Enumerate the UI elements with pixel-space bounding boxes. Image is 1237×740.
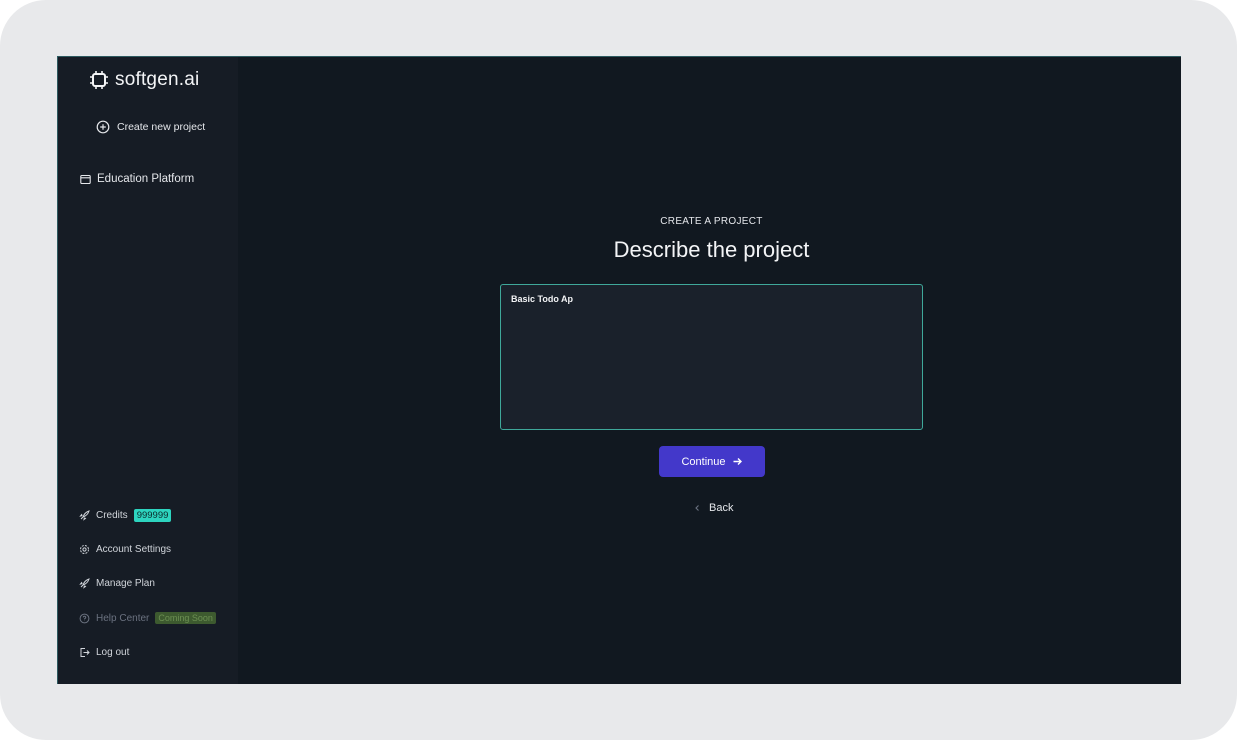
sidebar-item-account-settings[interactable]: Account Settings	[79, 544, 171, 555]
page-title: Describe the project	[613, 237, 810, 262]
sidebar-item-credits[interactable]: Credits 999999	[79, 509, 172, 522]
logo[interactable]: softgen.ai	[89, 69, 199, 91]
sidebar-item-manage-plan[interactable]: Manage Plan	[79, 578, 155, 589]
gear-icon	[80, 545, 89, 554]
window-icon	[80, 174, 91, 184]
rocket-icon	[79, 578, 90, 589]
sidebar-item-help-center: Help Center Coming Soon	[79, 612, 216, 624]
app-name: softgen.ai	[115, 69, 200, 90]
account-settings-label: Account Settings	[96, 544, 172, 555]
logout-icon	[80, 648, 90, 657]
coming-soon-badge: Coming Soon	[155, 612, 216, 624]
log-out-label: Log out	[96, 647, 130, 658]
help-circle-icon	[79, 613, 90, 623]
device-frame: softgen.ai Create new project Education …	[0, 0, 1237, 740]
sidebar-item-log-out[interactable]: Log out	[79, 647, 129, 658]
project-label: Education Platform	[97, 173, 195, 185]
help-center-label: Help Center	[96, 612, 150, 624]
app-window: softgen.ai Create new project Education …	[57, 56, 1181, 684]
create-new-project-button[interactable]: Create new project	[96, 120, 205, 134]
credits-badge: 999999	[133, 509, 172, 522]
credits-label: Credits	[96, 510, 128, 521]
manage-plan-label: Manage Plan	[96, 578, 155, 589]
sidebar: softgen.ai Create new project Education …	[58, 57, 238, 684]
create-new-project-label: Create new project	[117, 121, 206, 133]
arrow-right-icon	[733, 458, 742, 465]
back-label: Back	[709, 502, 734, 514]
rocket-icon	[79, 510, 90, 521]
continue-button[interactable]: Continue	[659, 446, 765, 477]
chip-logo-icon	[90, 71, 108, 89]
continue-label: Continue	[681, 455, 726, 468]
sidebar-item-education-platform[interactable]: Education Platform	[80, 173, 194, 185]
plus-circle-icon	[96, 120, 110, 134]
chevron-left-icon	[695, 505, 699, 511]
back-button[interactable]: Back	[693, 502, 733, 514]
section-eyebrow: CREATE A PROJECT	[660, 216, 763, 227]
main-content: CREATE A PROJECT Describe the project Ba…	[238, 57, 1181, 684]
project-description-input[interactable]: Basic Todo Ap	[500, 284, 923, 430]
